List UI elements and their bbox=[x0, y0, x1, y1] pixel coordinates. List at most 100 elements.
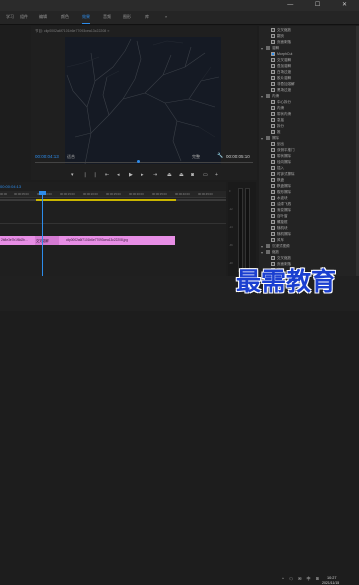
ruler-label: 00:00:30:00 bbox=[129, 192, 144, 196]
go-to-out-icon[interactable]: ⇥ bbox=[153, 171, 157, 179]
meter-bar-right bbox=[245, 188, 250, 272]
transition-block[interactable]: 交叉溶解 bbox=[35, 236, 59, 245]
transition-icon bbox=[271, 238, 275, 242]
scrub-bar[interactable] bbox=[35, 162, 253, 163]
tab-libraries[interactable]: 库 bbox=[145, 14, 149, 20]
tab-graphics[interactable]: 图形 bbox=[123, 14, 131, 20]
timeline-playhead-handle[interactable] bbox=[39, 191, 46, 195]
meter-tick: -36 bbox=[229, 244, 233, 247]
ruler-label: 00:00:25:00 bbox=[106, 192, 121, 196]
comparison-view-icon[interactable]: ▭ bbox=[203, 171, 208, 179]
timeline-panel: 00:00:04:13 00:00 00:00:05:00 00:00:10:0… bbox=[0, 182, 226, 276]
ruler-label: 00:00:20:00 bbox=[83, 192, 98, 196]
meter-tick: -12 bbox=[229, 208, 233, 211]
effect-label: MorphCut bbox=[277, 52, 293, 56]
ruler-label: 00:00:05:00 bbox=[14, 192, 29, 196]
export-frame-icon[interactable]: ◙ bbox=[191, 171, 194, 179]
mark-out-icon[interactable]: ❘ bbox=[93, 171, 97, 179]
clock-time[interactable]: 10:27 bbox=[327, 576, 337, 580]
transition-icon bbox=[271, 154, 275, 158]
transition-icon bbox=[271, 112, 275, 116]
transition-icon bbox=[271, 76, 275, 80]
meter-bar-left bbox=[238, 188, 243, 272]
transition-icon bbox=[271, 130, 275, 134]
transition-icon bbox=[271, 256, 275, 260]
transition-icon bbox=[271, 184, 275, 188]
transition-icon bbox=[271, 178, 275, 182]
transition-icon bbox=[271, 82, 275, 86]
tab-audio[interactable]: 音频 bbox=[103, 14, 111, 20]
transition-icon bbox=[271, 172, 275, 176]
meter-tick: -48 bbox=[229, 262, 233, 265]
tab-learn[interactable]: 学习 bbox=[6, 14, 14, 20]
step-back-icon[interactable]: ◂ bbox=[117, 171, 120, 179]
clip-name: clip0002a6f7101b6e77093cea13c22208.jpg bbox=[66, 238, 128, 242]
tab-assembly[interactable]: 组件 bbox=[20, 14, 28, 20]
transition-icon bbox=[271, 28, 275, 32]
transition-icon bbox=[271, 148, 275, 152]
add-marker-icon[interactable]: ▾ bbox=[71, 171, 74, 179]
transition-icon bbox=[271, 64, 275, 68]
step-forward-icon[interactable]: ▸ bbox=[141, 171, 144, 179]
transition-icon bbox=[271, 202, 275, 206]
ruler-label: 00:00:35:00 bbox=[152, 192, 167, 196]
track-divider bbox=[0, 223, 226, 224]
monitor-playhead[interactable] bbox=[137, 160, 140, 163]
video-frame[interactable] bbox=[65, 37, 221, 164]
transition-icon bbox=[271, 208, 275, 212]
wrench-icon[interactable]: 🔧 bbox=[217, 153, 223, 159]
extract-icon[interactable]: ⏏ bbox=[179, 171, 184, 179]
transition-icon bbox=[271, 52, 275, 56]
meter-tick: 0 bbox=[229, 190, 231, 193]
clip-name: 2b8e3e7b1f8d2b... bbox=[1, 238, 28, 242]
transition-icon bbox=[271, 40, 275, 44]
add-button-icon[interactable]: + bbox=[215, 171, 218, 179]
video-clip[interactable]: 2b8e3e7b1f8d2b... 交叉溶解 clip0002a6f7101b6… bbox=[0, 236, 175, 245]
play-icon[interactable]: ▶ bbox=[129, 171, 133, 179]
monitor-title: 节目: clip0002a6f7101b6e77093cea13c22208 ≡ bbox=[35, 29, 110, 33]
transition-icon bbox=[271, 34, 275, 38]
tab-more[interactable]: » bbox=[165, 14, 167, 19]
transition-icon bbox=[271, 220, 275, 224]
timeline-playhead-line[interactable] bbox=[42, 191, 43, 276]
ruler-label: 00:00:40:00 bbox=[175, 192, 190, 196]
watermark-logo: 最需教育 bbox=[236, 267, 337, 296]
quality-dropdown[interactable]: 完整 bbox=[192, 154, 200, 160]
render-bar bbox=[36, 199, 176, 201]
transition-icon bbox=[271, 58, 275, 62]
transition-icon bbox=[271, 70, 275, 74]
tab-edit[interactable]: 编辑 bbox=[39, 14, 47, 20]
transition-icon bbox=[271, 232, 275, 236]
tray-icons[interactable]: ^ ☁ ✉ 中 ⊞ bbox=[282, 576, 321, 582]
folder-icon bbox=[266, 136, 270, 140]
effects-panel: 交叉缩放 翻页 页面剥落 ▾ 溶解 MorphCut 交叉溶解 叠加溶解 白场过渡 胶片溶解 非叠加… bbox=[259, 26, 359, 276]
tab-color[interactable]: 颜色 bbox=[61, 14, 69, 20]
ruler-label: 00:00:45:00 bbox=[198, 192, 213, 196]
go-to-in-icon[interactable]: ⇤ bbox=[105, 171, 109, 179]
duration-timecode: 00:00:05:10 bbox=[226, 154, 250, 159]
workspace-tabs: 学习 组件 编辑 颜色 效果 音频 图形 库 » bbox=[0, 11, 359, 25]
folder-icon bbox=[266, 250, 270, 254]
folder-icon bbox=[266, 94, 270, 98]
clock-date[interactable]: 2021/11/15 bbox=[322, 581, 339, 585]
transition-icon bbox=[271, 160, 275, 164]
ruler-label: 00:00:15:00 bbox=[60, 192, 75, 196]
transition-icon bbox=[271, 196, 275, 200]
mark-in-icon[interactable]: ❘ bbox=[83, 171, 87, 179]
window-controls[interactable]: — ☐ ✕ bbox=[287, 1, 357, 8]
transition-icon bbox=[271, 190, 275, 194]
folder-icon bbox=[266, 244, 270, 248]
lift-icon[interactable]: ⏏ bbox=[167, 171, 172, 179]
current-timecode[interactable]: 00:00:04:13 bbox=[35, 154, 59, 159]
time-ruler[interactable]: 00:00 00:00:05:00 00:00:10:00 00:00:15:0… bbox=[0, 191, 226, 198]
transition-icon bbox=[271, 226, 275, 230]
timeline-timecode[interactable]: 00:00:04:13 bbox=[0, 184, 21, 189]
transition-icon bbox=[271, 100, 275, 104]
transition-icon bbox=[271, 214, 275, 218]
transition-icon bbox=[271, 88, 275, 92]
folder-icon bbox=[266, 46, 270, 50]
tree-branches-image bbox=[65, 37, 221, 164]
fit-dropdown[interactable]: 适合 bbox=[67, 154, 75, 160]
meter-tick: -24 bbox=[229, 226, 233, 229]
tab-effects[interactable]: 效果 bbox=[82, 14, 90, 24]
